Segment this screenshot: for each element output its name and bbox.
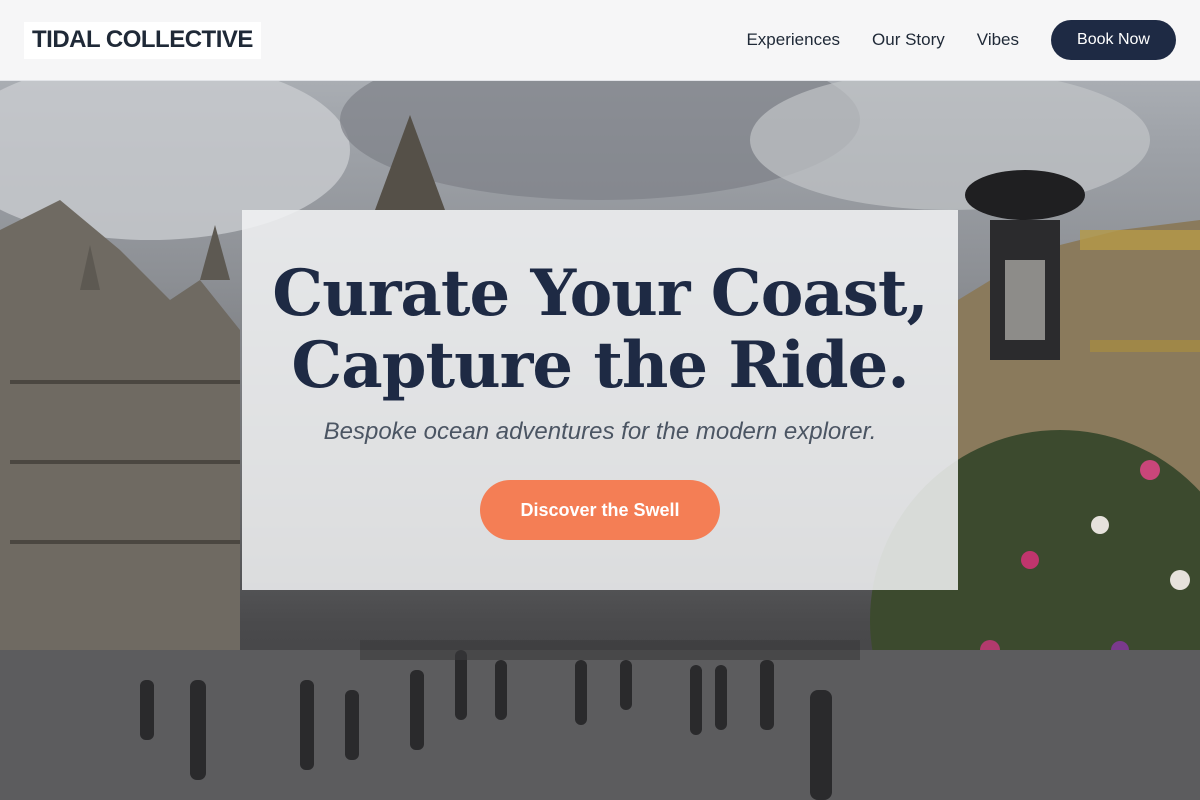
hero-subtitle: Bespoke ocean adventures for the modern … xyxy=(323,418,877,445)
brand-logo[interactable]: TIDAL COLLECTIVE xyxy=(24,21,261,59)
hero-card: Curate Your Coast, Capture the Ride. Bes… xyxy=(242,210,958,590)
hero-title-line-2: Capture the Ride. xyxy=(291,328,909,403)
site-header: TIDAL COLLECTIVE Experiences Our Story V… xyxy=(0,0,1200,81)
hero-title-line-1: Curate Your Coast, xyxy=(272,256,929,331)
discover-swell-button[interactable]: Discover the Swell xyxy=(480,480,720,540)
hero-title: Curate Your Coast, Capture the Ride. xyxy=(272,256,929,403)
book-now-button[interactable]: Book Now xyxy=(1051,20,1176,60)
nav-link-vibes[interactable]: Vibes xyxy=(977,30,1019,50)
main-nav: Experiences Our Story Vibes Book Now xyxy=(746,20,1176,60)
nav-link-experiences[interactable]: Experiences xyxy=(746,30,840,50)
nav-link-our-story[interactable]: Our Story xyxy=(872,30,945,50)
